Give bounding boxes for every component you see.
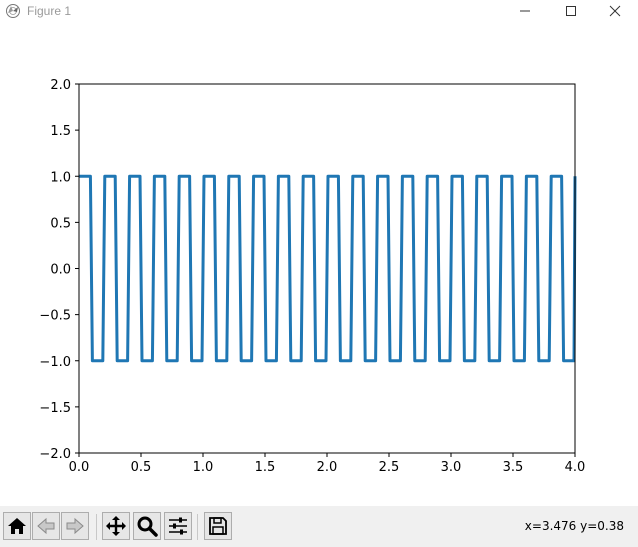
maximize-button[interactable]	[548, 0, 594, 22]
x-tick-label: 4.0	[565, 460, 586, 475]
move-icon	[106, 516, 126, 536]
y-tick-label: −1.0	[39, 355, 71, 370]
x-tick-label: 0.5	[131, 460, 152, 475]
matplotlib-logo-icon	[6, 4, 20, 18]
y-tick-label: −1.5	[39, 401, 71, 416]
home-button[interactable]	[3, 512, 31, 540]
pan-button[interactable]	[102, 512, 130, 540]
zoom-button[interactable]	[133, 512, 161, 540]
arrow-right-icon	[66, 517, 84, 535]
y-tick-label: 1.5	[50, 124, 71, 139]
x-tick-label: 3.5	[503, 460, 524, 475]
x-tick-label: 1.0	[193, 460, 214, 475]
x-tick-label: 3.0	[441, 460, 462, 475]
figure-canvas[interactable]: 0.0 0.5 1.0 1.5 2.0 2.5 3.0 3.5 4.0 2.0 1.5 1.0 0.5 0…	[0, 22, 638, 506]
title-bar: Figure 1	[0, 0, 638, 22]
configure-subplots-button[interactable]	[164, 512, 192, 540]
x-tick-label: 2.5	[379, 460, 400, 475]
magnifier-icon	[137, 516, 158, 537]
y-tick-label: −2.0	[39, 447, 71, 462]
x-tick-label: 0.0	[69, 460, 90, 475]
close-icon	[609, 5, 621, 17]
y-tick-label: 2.0	[50, 78, 71, 93]
toolbar-separator	[96, 514, 97, 540]
arrow-left-icon	[37, 517, 55, 535]
toolbar-separator	[197, 514, 198, 540]
series-line	[79, 174, 577, 363]
y-tick-label: 0.0	[50, 263, 71, 278]
floppy-disk-icon	[209, 517, 227, 535]
back-button[interactable]	[32, 512, 60, 540]
minimize-button[interactable]	[502, 0, 548, 22]
x-tick-label: 2.0	[317, 460, 338, 475]
y-tick-label: 1.0	[50, 170, 71, 185]
y-tick-label: −0.5	[39, 309, 71, 324]
close-button[interactable]	[592, 0, 638, 22]
minimize-icon	[520, 10, 530, 12]
save-button[interactable]	[204, 512, 232, 540]
navigation-toolbar: x=3.476 y=0.38	[0, 506, 638, 547]
x-tick-label: 1.5	[255, 460, 276, 475]
y-tick-label: 0.5	[50, 216, 71, 231]
home-icon	[8, 518, 26, 534]
forward-button[interactable]	[61, 512, 89, 540]
sliders-icon	[169, 517, 187, 535]
maximize-icon	[566, 6, 576, 16]
plot-svg[interactable]: 0.0 0.5 1.0 1.5 2.0 2.5 3.0 3.5 4.0 2.0 1.5 1.0 0.5 0…	[0, 22, 638, 506]
cursor-coordinates: x=3.476 y=0.38	[524, 519, 624, 533]
window-title: Figure 1	[27, 4, 72, 18]
